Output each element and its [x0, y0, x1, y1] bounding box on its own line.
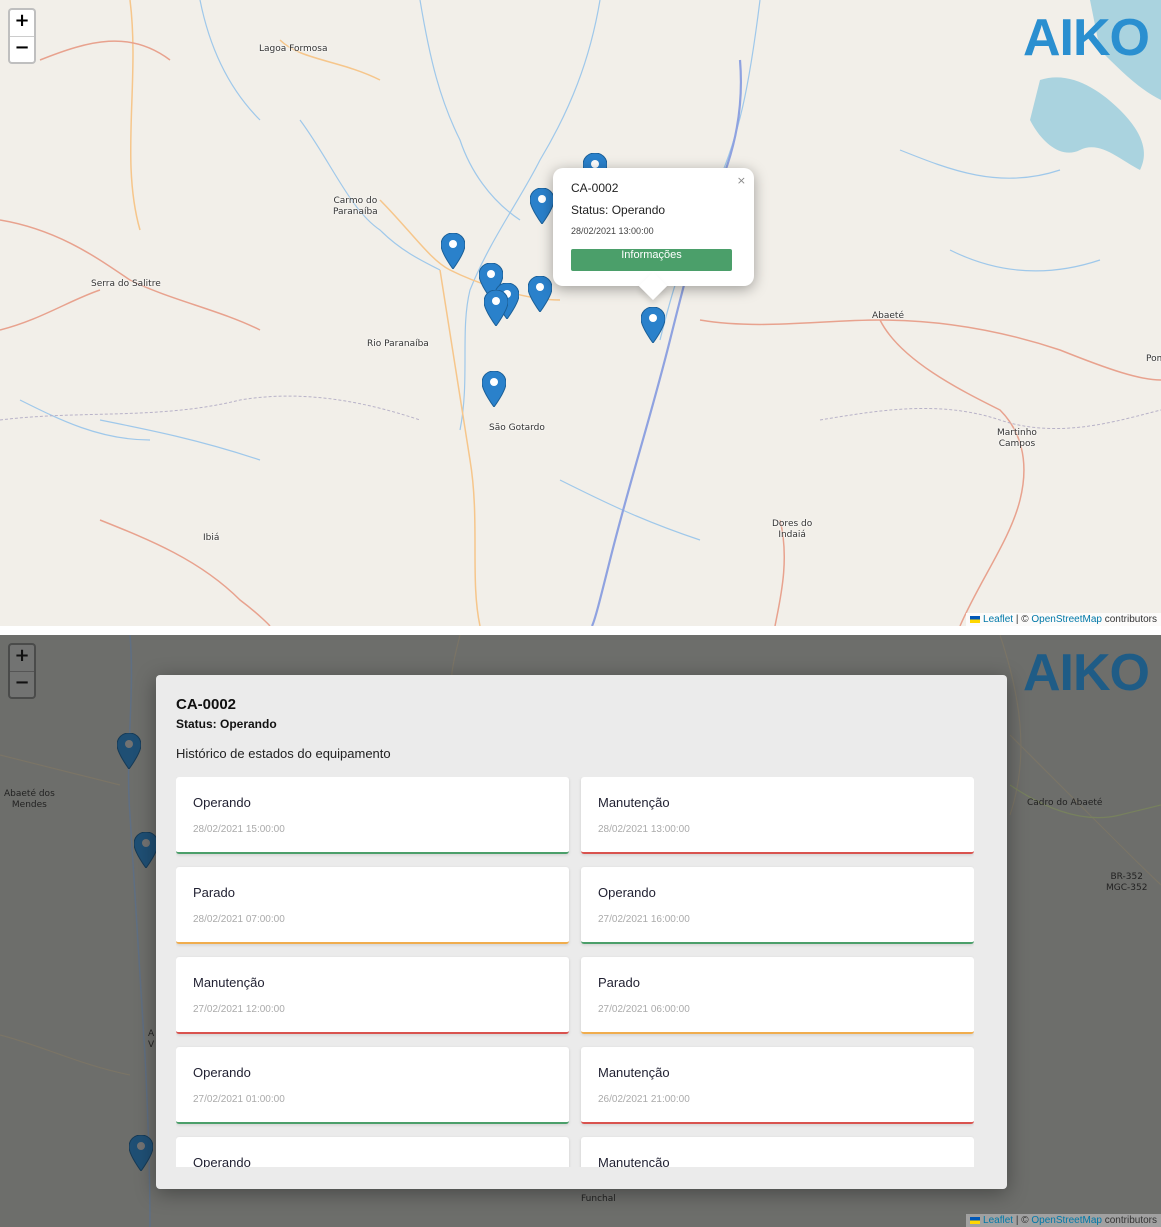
history-state: Manutenção [598, 795, 670, 810]
history-grid[interactable]: Operando 28/02/2021 15:00:00 Manutenção 28… [176, 777, 974, 1167]
modal-subtitle: Histórico de estados do equipamento [176, 746, 391, 761]
place-rio-paranaiba: Rio Paranaíba [367, 339, 429, 349]
popup-equipment-code: CA-0002 [571, 181, 619, 195]
place-serra-do-salitre: Serra do Salitre [91, 279, 161, 289]
place-partial-label: A V [148, 1029, 155, 1050]
history-state: Operando [598, 885, 656, 900]
zoom-in-button[interactable]: + [10, 645, 34, 671]
map-tiles [0, 0, 1161, 626]
ukraine-flag-icon [970, 615, 981, 623]
history-state: Parado [598, 975, 640, 990]
history-time: 27/02/2021 06:00:00 [598, 1004, 690, 1015]
place-pom: Pom [1146, 354, 1161, 364]
aiko-logo: AIKO [1023, 644, 1150, 702]
map-marker-icon[interactable] [484, 290, 508, 326]
osm-link[interactable]: OpenStreetMap [1031, 1215, 1102, 1226]
history-state: Manutenção [193, 975, 265, 990]
zoom-control: + − [8, 643, 36, 699]
history-time: 28/02/2021 07:00:00 [193, 914, 285, 925]
equipment-history-modal: CA-0002 Status: Operando Histórico de es… [156, 675, 1007, 1189]
panel-divider [0, 626, 1161, 635]
history-card[interactable]: Operando 28/02/2021 15:00:00 [176, 777, 569, 854]
place-abaete: Abaeté [872, 311, 904, 321]
map-marker-icon[interactable] [641, 307, 665, 343]
modal-equipment-code: CA-0002 [176, 696, 237, 713]
place-dores-do-indaia: Dores do Indaiá [772, 519, 813, 540]
history-card[interactable]: Operando 27/02/2021 16:00:00 [581, 867, 974, 944]
history-state: Manutenção [598, 1155, 670, 1167]
popup-date: 28/02/2021 13:00:00 [571, 226, 654, 236]
map-marker-icon[interactable] [530, 188, 554, 224]
map-marker-icon[interactable] [528, 276, 552, 312]
history-time: 28/02/2021 15:00:00 [193, 824, 285, 835]
leaflet-link[interactable]: Leaflet [983, 1215, 1013, 1226]
history-time: 27/02/2021 12:00:00 [193, 1004, 285, 1015]
history-card[interactable]: Manutenção [581, 1137, 974, 1167]
map-attribution: Leaflet | © OpenStreetMap contributors [966, 1214, 1161, 1227]
history-state: Manutenção [598, 1065, 670, 1080]
place-funchal: Funchal [581, 1194, 616, 1204]
history-time: 26/02/2021 21:00:00 [598, 1094, 690, 1105]
place-abaete-dos-mendes: Abaeté dos Mendes [4, 789, 55, 810]
history-state: Operando [193, 1155, 251, 1167]
map-top[interactable]: Lagoa Formosa Carmo do Paranaíba Serra d… [0, 0, 1161, 626]
history-card[interactable]: Parado 27/02/2021 06:00:00 [581, 957, 974, 1034]
modal-status: Status: Operando [176, 717, 277, 731]
popup-status: Status: Operando [571, 203, 666, 217]
info-button[interactable]: Informações [571, 249, 732, 271]
osm-link[interactable]: OpenStreetMap [1031, 614, 1102, 625]
history-state: Operando [193, 1065, 251, 1080]
history-card[interactable]: Manutenção 28/02/2021 13:00:00 [581, 777, 974, 854]
place-lagoa-formosa: Lagoa Formosa [259, 44, 328, 54]
map-marker-icon[interactable] [117, 733, 141, 769]
map-marker-icon[interactable] [129, 1135, 153, 1171]
aiko-logo: AIKO [1023, 9, 1150, 67]
place-carmo-do-paranaiba: Carmo do Paranaíba [333, 196, 378, 217]
place-martinho-campos: Martinho Campos [997, 428, 1037, 449]
history-time: 28/02/2021 13:00:00 [598, 824, 690, 835]
zoom-control: + − [8, 8, 36, 64]
road-label-br-352: BR-352 MGC-352 [1106, 872, 1148, 893]
map-bottom[interactable]: Abaeté dos Mendes Cadro do Abaeté BR-352… [0, 635, 1161, 1227]
place-sao-gotardo: São Gotardo [489, 423, 545, 433]
marker-popup: × CA-0002 Status: Operando 28/02/2021 13… [553, 168, 754, 301]
ukraine-flag-icon [970, 1216, 981, 1224]
history-state: Parado [193, 885, 235, 900]
history-card[interactable]: Operando [176, 1137, 569, 1167]
zoom-out-button[interactable]: − [10, 671, 34, 697]
popup-close-button[interactable]: × [737, 174, 746, 187]
history-card[interactable]: Manutenção 26/02/2021 21:00:00 [581, 1047, 974, 1124]
map-marker-icon[interactable] [482, 371, 506, 407]
zoom-in-button[interactable]: + [10, 10, 34, 36]
history-card[interactable]: Manutenção 27/02/2021 12:00:00 [176, 957, 569, 1034]
leaflet-link[interactable]: Leaflet [983, 614, 1013, 625]
history-time: 27/02/2021 01:00:00 [193, 1094, 285, 1105]
zoom-out-button[interactable]: − [10, 36, 34, 62]
map-attribution: Leaflet | © OpenStreetMap contributors [966, 613, 1161, 626]
map-marker-icon[interactable] [441, 233, 465, 269]
place-cadro-do-abaete: Cadro do Abaeté [1027, 798, 1103, 808]
place-ibia: Ibiá [203, 533, 220, 543]
map-marker-icon[interactable] [134, 832, 158, 868]
history-state: Operando [193, 795, 251, 810]
history-card[interactable]: Operando 27/02/2021 01:00:00 [176, 1047, 569, 1124]
history-time: 27/02/2021 16:00:00 [598, 914, 690, 925]
history-card[interactable]: Parado 28/02/2021 07:00:00 [176, 867, 569, 944]
